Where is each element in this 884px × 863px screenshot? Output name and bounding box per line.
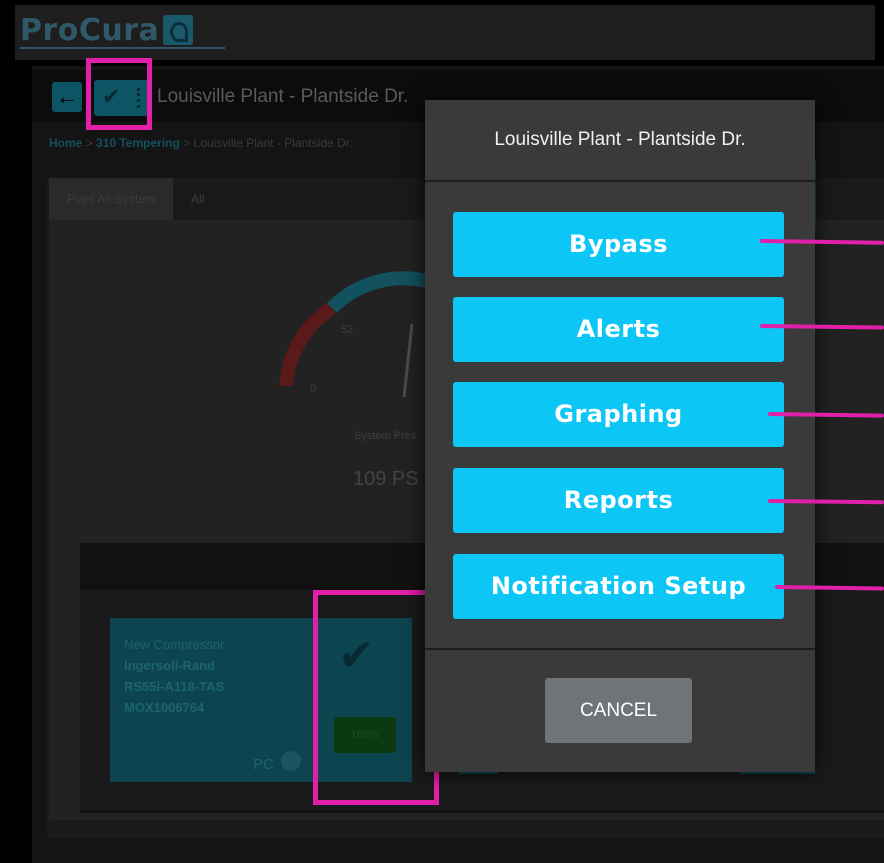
breadcrumb-home[interactable]: Home [49,136,82,150]
tab-all[interactable]: All [173,178,222,220]
gauge-value: 109 PS [353,468,419,490]
alerts-button[interactable]: Alerts [453,297,784,362]
breadcrumb-current: Louisville Plant - Plantside Dr. [193,136,353,150]
tab-plant-air-system[interactable]: Plant Air System [49,178,174,220]
brand-logo[interactable]: ProCura [20,10,194,50]
magnifier-icon[interactable] [281,751,301,771]
breadcrumb-site[interactable]: 310 Tempering [96,136,180,150]
page-title: Louisville Plant - Plantside Dr. [157,86,409,107]
gauge-arc-teal [327,271,432,314]
notification-setup-button[interactable]: Notification Setup [453,554,784,619]
brand-name: ProCura [20,12,160,48]
compressor-make: Ingersoll-Rand [124,658,216,673]
bypass-button[interactable]: Bypass [453,212,784,277]
logo-underline [20,47,225,49]
annotation-highlight-status [313,590,439,805]
gauge-tick-label: 52 [341,324,354,336]
brand-mark-icon [163,15,194,45]
reports-button[interactable]: Reports [453,468,784,533]
gauge-tick-label: 0 [310,383,317,395]
arrow-left-icon: ← [56,84,78,109]
compressor-name: New Compressor [124,637,225,652]
action-menu-dialog: Louisville Plant - Plantside Dr. Bypass … [425,100,815,772]
dialog-title: Louisville Plant - Plantside Dr. [494,129,746,150]
tab-bar: Plant Air System All [49,178,222,220]
breadcrumb: Home > 310 Tempering > Louisville Plant … [49,136,352,150]
pc-label: PC [253,756,274,773]
breadcrumb-separator: > [179,136,194,150]
dialog-header: Louisville Plant - Plantside Dr. [425,100,815,182]
graphing-button[interactable]: Graphing [453,382,784,447]
annotation-highlight-menu-button [86,58,152,130]
breadcrumb-separator: > [82,136,97,150]
compressor-serial: MOX1006764 [124,700,205,715]
gauge-needle [402,323,414,398]
compressor-model: RS55i-A118-TAS [124,679,225,694]
back-button[interactable]: ← [52,82,82,112]
cancel-button[interactable]: CANCEL [545,678,692,743]
dialog-divider [425,648,815,650]
gauge-arc-red [279,302,336,387]
gauge-caption: System Pres [354,430,417,442]
